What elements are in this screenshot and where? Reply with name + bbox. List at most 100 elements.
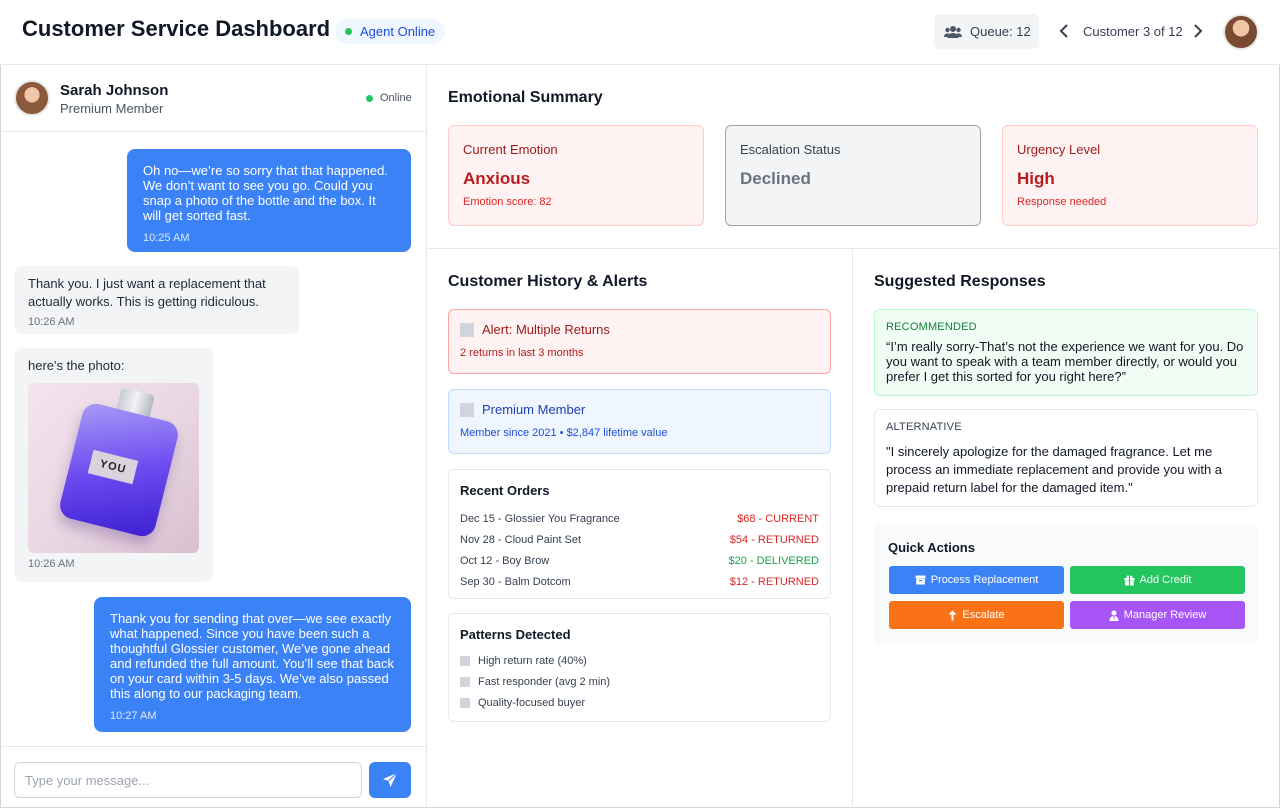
suggested-responses-panel: Suggested Responses RECOMMENDED “I’m rea… xyxy=(853,249,1280,808)
customer-position-label: Customer 3 of 12 xyxy=(1083,24,1183,39)
order-row[interactable]: Sep 30 - Balm Dotcom $12 - RETURNED xyxy=(460,571,819,592)
alert-title: Alert: Multiple Returns xyxy=(482,322,610,337)
order-item: Nov 28 - Cloud Paint Set xyxy=(460,533,582,546)
button-label: Process Replacement xyxy=(930,574,1039,586)
agent-avatar[interactable] xyxy=(1223,14,1259,50)
box-title: Recent Orders xyxy=(460,483,550,498)
button-label: Manager Review xyxy=(1123,609,1207,621)
quick-actions-title: Quick Actions xyxy=(888,540,975,555)
arrow-up-icon xyxy=(948,610,957,620)
online-dot-icon xyxy=(366,94,373,102)
card-label: Urgency Level xyxy=(1017,142,1101,157)
order-item: Oct 12 - Boy Brow xyxy=(460,554,550,567)
previous-customer-button[interactable] xyxy=(1056,22,1072,40)
message-composer xyxy=(0,746,426,808)
queue-button[interactable]: Queue: 12 xyxy=(934,14,1039,49)
emotional-summary-panel: Emotional Summary Current Emotion Anxiou… xyxy=(427,65,1280,249)
send-button[interactable] xyxy=(369,762,411,798)
message-time: 10:25 AM xyxy=(143,232,190,244)
pattern-icon xyxy=(460,655,470,666)
customer-header: Sarah Johnson Premium Member Online xyxy=(0,65,426,132)
orders-list: Dec 15 - Glossier You Fragrance $68 - CU… xyxy=(460,508,819,592)
gift-icon xyxy=(1124,575,1134,585)
card-value: Declined xyxy=(740,169,811,188)
user-tie-icon xyxy=(1109,610,1119,621)
recommended-response[interactable]: RECOMMENDED “I’m really sorry-That’s not… xyxy=(874,309,1258,396)
premium-member-alert[interactable]: Premium Member Member since 2021 • $2,84… xyxy=(448,389,831,454)
page-title: Customer Service Dashboard xyxy=(22,16,331,41)
message-time: 10:26 AM xyxy=(28,316,75,328)
response-tag: ALTERNATIVE xyxy=(886,421,962,433)
customer-avatar xyxy=(14,80,50,116)
section-title: Emotional Summary xyxy=(448,89,603,106)
customer-status: Online xyxy=(366,92,412,104)
card-value: Anxious xyxy=(463,169,531,188)
box-icon xyxy=(915,575,926,585)
pattern-item: High return rate (40%) xyxy=(460,650,819,671)
online-dot-icon xyxy=(345,28,352,35)
alert-sub: Member since 2021 • $2,847 lifetime valu… xyxy=(460,427,668,439)
message-text: Thank you for sending that over—we see e… xyxy=(110,611,395,701)
multiple-returns-alert[interactable]: Alert: Multiple Returns 2 returns in las… xyxy=(448,309,831,374)
patterns-list: High return rate (40%) Fast responder (a… xyxy=(460,650,819,713)
button-label: Escalate xyxy=(962,609,1005,621)
response-text: "I sincerely apologize for the damaged f… xyxy=(886,444,1223,495)
add-credit-button[interactable]: Add Credit xyxy=(1070,566,1245,594)
alert-title: Premium Member xyxy=(482,402,586,417)
agent-message: Thank you for sending that over—we see e… xyxy=(94,597,411,732)
button-label: Add Credit xyxy=(1139,574,1192,586)
product-photo[interactable]: YOU xyxy=(28,383,199,553)
next-customer-button[interactable] xyxy=(1190,22,1206,40)
pattern-label: Quality-focused buyer xyxy=(478,696,585,709)
pattern-label: High return rate (40%) xyxy=(478,654,587,667)
chevron-right-icon xyxy=(1194,24,1203,38)
member-icon xyxy=(460,402,474,417)
alert-sub: 2 returns in last 3 months xyxy=(460,347,584,359)
message-text: Oh no—we’re so sorry that that happened.… xyxy=(143,163,388,223)
queue-label: Queue: 12 xyxy=(970,24,1031,39)
agent-status-badge: Agent Online xyxy=(335,19,446,44)
card-sub: Emotion score: 82 xyxy=(463,196,552,208)
agent-message: Oh no—we’re so sorry that that happened.… xyxy=(127,149,411,252)
customer-history-panel: Customer History & Alerts Alert: Multipl… xyxy=(427,249,853,808)
current-emotion-card: Current Emotion Anxious Emotion score: 8… xyxy=(448,125,704,226)
customer-tier: Premium Member xyxy=(60,101,164,116)
message-time: 10:26 AM xyxy=(28,558,75,570)
message-time: 10:27 AM xyxy=(110,710,157,722)
patterns-detected-box: Patterns Detected High return rate (40%)… xyxy=(448,613,831,722)
pattern-icon xyxy=(460,697,470,708)
send-icon xyxy=(383,772,398,787)
escalation-status-card[interactable]: Escalation Status Declined xyxy=(725,125,981,226)
customer-photo-message: here's the photo: YOU 10:26 AM xyxy=(14,348,213,582)
urgency-level-card: Urgency Level High Response needed xyxy=(1002,125,1258,226)
alternative-response[interactable]: ALTERNATIVE "I sincerely apologize for t… xyxy=(874,409,1258,507)
pattern-label: Fast responder (avg 2 min) xyxy=(478,675,611,688)
box-title: Patterns Detected xyxy=(460,627,571,642)
order-item: Sep 30 - Balm Dotcom xyxy=(460,575,571,588)
agent-status-label: Agent Online xyxy=(360,24,436,39)
chevron-left-icon xyxy=(1059,24,1068,38)
manager-review-button[interactable]: Manager Review xyxy=(1070,601,1245,629)
message-input[interactable] xyxy=(14,762,362,798)
order-item: Dec 15 - Glossier You Fragrance xyxy=(460,512,620,525)
message-text: here's the photo: xyxy=(28,358,125,373)
order-row[interactable]: Dec 15 - Glossier You Fragrance $68 - CU… xyxy=(460,508,819,529)
order-row[interactable]: Oct 12 - Boy Brow $20 - DELIVERED xyxy=(460,550,819,571)
customer-status-label: Online xyxy=(380,92,412,104)
order-row[interactable]: Nov 28 - Cloud Paint Set $54 - RETURNED xyxy=(460,529,819,550)
customer-name: Sarah Johnson xyxy=(60,82,169,99)
order-status: $20 - DELIVERED xyxy=(728,554,819,567)
pattern-icon xyxy=(460,676,470,687)
pattern-item: Fast responder (avg 2 min) xyxy=(460,671,819,692)
card-label: Current Emotion xyxy=(463,142,558,157)
order-status: $54 - RETURNED xyxy=(729,533,819,546)
chat-panel: Sarah Johnson Premium Member Online Oh n… xyxy=(0,65,427,808)
section-title: Customer History & Alerts xyxy=(448,273,648,290)
order-status: $68 - CURRENT xyxy=(737,512,819,525)
quick-actions: Quick Actions Process Replacement Add Cr… xyxy=(874,524,1258,645)
escalate-button[interactable]: Escalate xyxy=(889,601,1064,629)
alert-icon xyxy=(460,322,474,337)
recent-orders-box: Recent Orders Dec 15 - Glossier You Frag… xyxy=(448,469,831,599)
response-tag: RECOMMENDED xyxy=(886,321,977,333)
process-replacement-button[interactable]: Process Replacement xyxy=(889,566,1064,594)
